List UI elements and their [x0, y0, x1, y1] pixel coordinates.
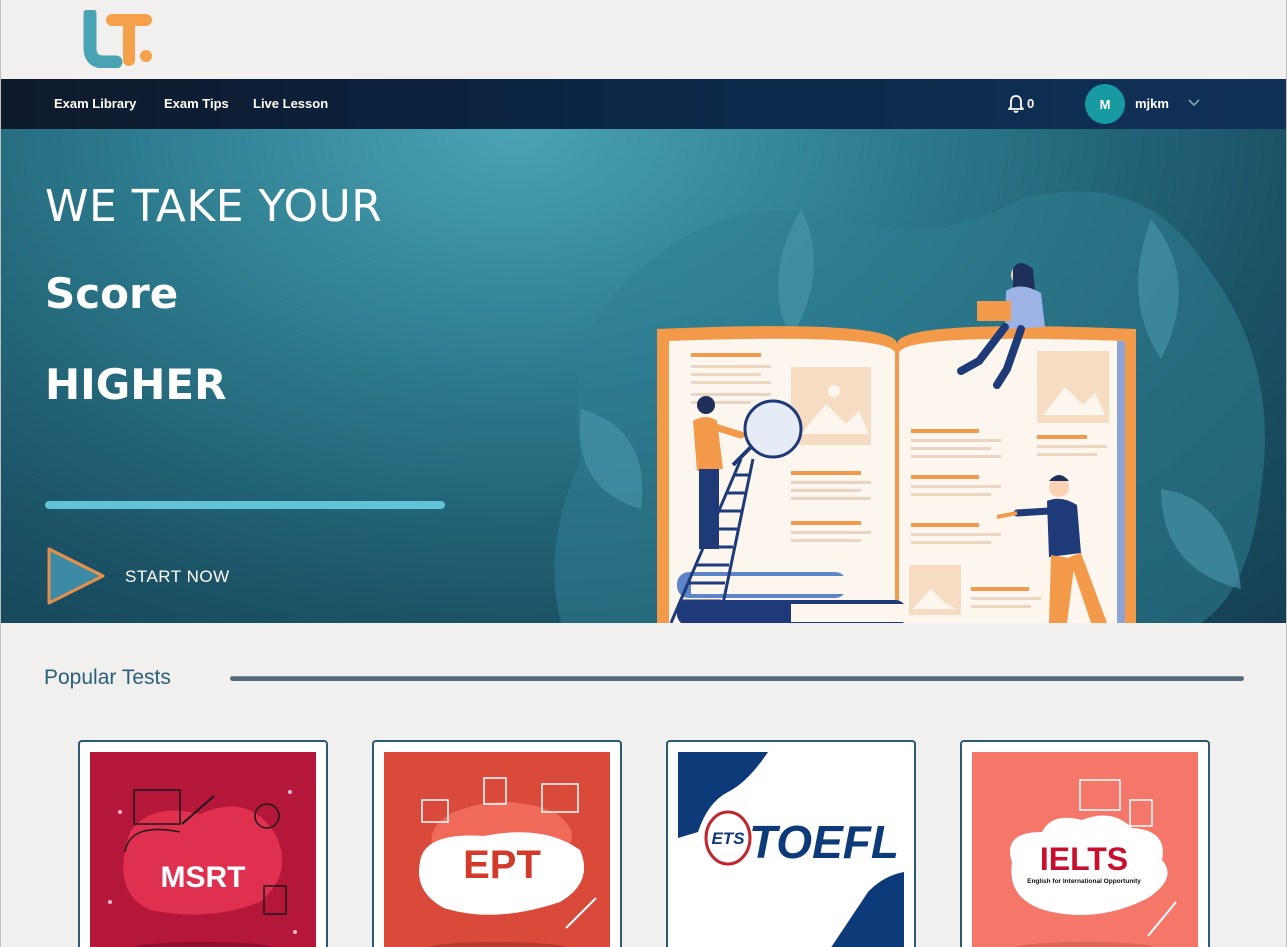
nav-exam-tips[interactable]: Exam Tips [164, 96, 229, 111]
test-card-image: MSRT [90, 752, 316, 947]
section-divider [230, 676, 1244, 681]
start-now-button[interactable]: START NOW [125, 567, 230, 587]
hero-heading-line2: Score [45, 269, 179, 318]
ielts-subtitle: English for International Opportunity [1027, 878, 1141, 885]
test-card-ept[interactable]: EPT [372, 740, 622, 947]
hero-banner: WE TAKE YOUR Score HIGHER START NOW [1, 129, 1286, 623]
msrt-title: MSRT [161, 861, 246, 894]
test-card-image: ETS TOEFL [678, 752, 904, 947]
hero-illustration [554, 191, 1265, 623]
avatar[interactable]: M [1085, 84, 1125, 124]
test-card-toefl[interactable]: ETS TOEFL [666, 740, 916, 947]
chevron-down-icon[interactable] [1187, 98, 1201, 108]
nav-exam-library[interactable]: Exam Library [54, 96, 136, 111]
test-card-image: EPT [384, 752, 610, 947]
top-navigation: Exam Library Exam Tips Live Lesson 0 M m… [1, 79, 1286, 129]
hero-divider-bar [45, 501, 445, 509]
play-icon[interactable] [45, 543, 111, 609]
bell-icon[interactable] [1007, 94, 1025, 114]
lt-logo[interactable] [82, 10, 160, 68]
nav-live-lesson[interactable]: Live Lesson [253, 96, 328, 111]
test-card-image: IELTS English for International Opportun… [972, 752, 1198, 947]
ets-label: ETS [711, 829, 745, 848]
toefl-title: TOEFL [749, 816, 899, 868]
ielts-title: IELTS [1040, 841, 1128, 877]
hero-heading-line3: HIGHER [45, 360, 227, 409]
username[interactable]: mjkm [1135, 96, 1169, 111]
test-card-ielts[interactable]: IELTS English for International Opportun… [960, 740, 1210, 947]
popular-tests-heading: Popular Tests [44, 666, 171, 689]
ept-title: EPT [463, 843, 541, 887]
notification-count: 0 [1027, 96, 1035, 111]
hero-heading-line1: WE TAKE YOUR [45, 181, 383, 232]
test-card-msrt[interactable]: MSRT [78, 740, 328, 947]
